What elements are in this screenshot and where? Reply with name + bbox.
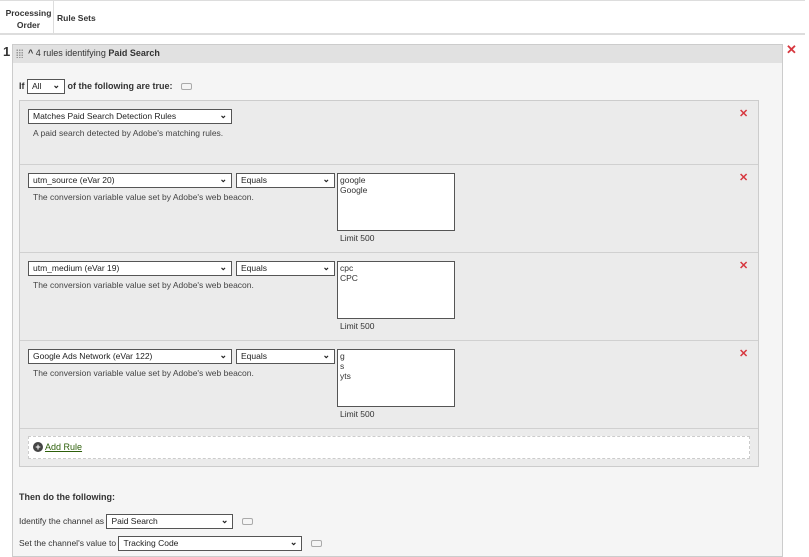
- set-value-label: Set the channel's value to: [19, 537, 117, 548]
- rule-row: utm_source (eVar 20) ⌄ Equals ⌄ google Goo…: [20, 165, 758, 253]
- ruleset-header-bar[interactable]: ^ 4 rules identifying Paid Search: [13, 45, 782, 63]
- plus-circle-icon[interactable]: +: [33, 442, 43, 452]
- identify-channel-row: Identify the channel as Paid Search ⌄: [19, 514, 253, 529]
- rule-values-textarea[interactable]: google Google: [337, 173, 455, 231]
- table-header: Processing Order Rule Sets: [0, 0, 805, 35]
- rule-row: utm_medium (eVar 19) ⌄ Equals ⌄ cpc CPC Th…: [20, 253, 758, 341]
- limit-label: Limit 500: [340, 409, 375, 419]
- chevron-down-icon: ⌄: [322, 262, 330, 272]
- limit-label: Limit 500: [340, 321, 375, 331]
- if-label: If: [19, 80, 25, 91]
- condition-line: If All ⌄ of the following are true:: [19, 79, 193, 94]
- chevron-down-icon: ⌄: [289, 537, 298, 547]
- collapse-chevron-icon[interactable]: ^: [28, 48, 33, 58]
- rule-field-select[interactable]: Google Ads Network (eVar 122) ⌄: [28, 349, 232, 364]
- rule-sets-header: Rule Sets: [57, 13, 96, 23]
- ruleset-title: 4 rules identifying Paid Search: [35, 48, 160, 58]
- rule-operator-select[interactable]: Equals ⌄: [236, 349, 335, 364]
- rule-row: Google Ads Network (eVar 122) ⌄ Equals ⌄ g…: [20, 341, 758, 429]
- processing-order-header: Processing Order: [4, 1, 54, 34]
- delete-rule-icon[interactable]: ✕: [739, 347, 748, 360]
- rule-row: Matches Paid Search Detection Rules ⌄ A p…: [20, 101, 758, 165]
- delete-ruleset-icon[interactable]: ✕: [786, 42, 797, 58]
- identify-label: Identify the channel as: [19, 515, 105, 526]
- rule-description: The conversion variable value set by Ado…: [33, 368, 254, 378]
- channel-value-row: Set the channel's value to Tracking Code…: [19, 536, 322, 551]
- drag-handle-icon[interactable]: [16, 49, 23, 58]
- rule-description: The conversion variable value set by Ado…: [33, 192, 254, 202]
- processing-order-number: 1: [3, 44, 11, 59]
- help-icon[interactable]: [310, 540, 322, 547]
- chevron-down-icon: ⌄: [219, 262, 227, 272]
- chevron-down-icon: ⌄: [322, 350, 330, 360]
- rule-description: A paid search detected by Adobe's matchi…: [33, 128, 224, 138]
- chevron-down-icon: ⌄: [322, 174, 330, 184]
- help-icon[interactable]: [181, 83, 193, 90]
- chevron-down-icon: ⌄: [219, 350, 227, 360]
- limit-label: Limit 500: [340, 233, 375, 243]
- rule-field-select[interactable]: utm_medium (eVar 19) ⌄: [28, 261, 232, 276]
- rule-values-textarea[interactable]: g s yts: [337, 349, 455, 407]
- delete-rule-icon[interactable]: ✕: [739, 259, 748, 272]
- chevron-down-icon: ⌄: [219, 110, 227, 120]
- condition-suffix: of the following are true:: [67, 80, 173, 91]
- channel-value-select[interactable]: Tracking Code ⌄: [118, 536, 303, 551]
- delete-rule-icon[interactable]: ✕: [739, 171, 748, 184]
- add-rule-link[interactable]: Add Rule: [45, 442, 82, 452]
- rule-field-select[interactable]: Matches Paid Search Detection Rules ⌄: [28, 109, 232, 124]
- rule-field-select[interactable]: utm_source (eVar 20) ⌄: [28, 173, 232, 188]
- delete-rule-icon[interactable]: ✕: [739, 107, 748, 120]
- ruleset-panel: ^ 4 rules identifying Paid Search If All…: [12, 44, 783, 557]
- rules-container: Matches Paid Search Detection Rules ⌄ A p…: [19, 100, 759, 467]
- rule-operator-select[interactable]: Equals ⌄: [236, 173, 335, 188]
- rule-values-textarea[interactable]: cpc CPC: [337, 261, 455, 319]
- help-icon[interactable]: [241, 518, 253, 525]
- rule-description: The conversion variable value set by Ado…: [33, 280, 254, 290]
- match-select[interactable]: All ⌄: [27, 79, 66, 94]
- channel-select[interactable]: Paid Search ⌄: [106, 514, 234, 529]
- chevron-down-icon: ⌄: [52, 80, 61, 90]
- then-title: Then do the following:: [19, 492, 115, 502]
- rule-operator-select[interactable]: Equals ⌄: [236, 261, 335, 276]
- chevron-down-icon: ⌄: [219, 174, 227, 184]
- chevron-down-icon: ⌄: [220, 515, 229, 525]
- add-rule-area: + Add Rule: [28, 436, 750, 459]
